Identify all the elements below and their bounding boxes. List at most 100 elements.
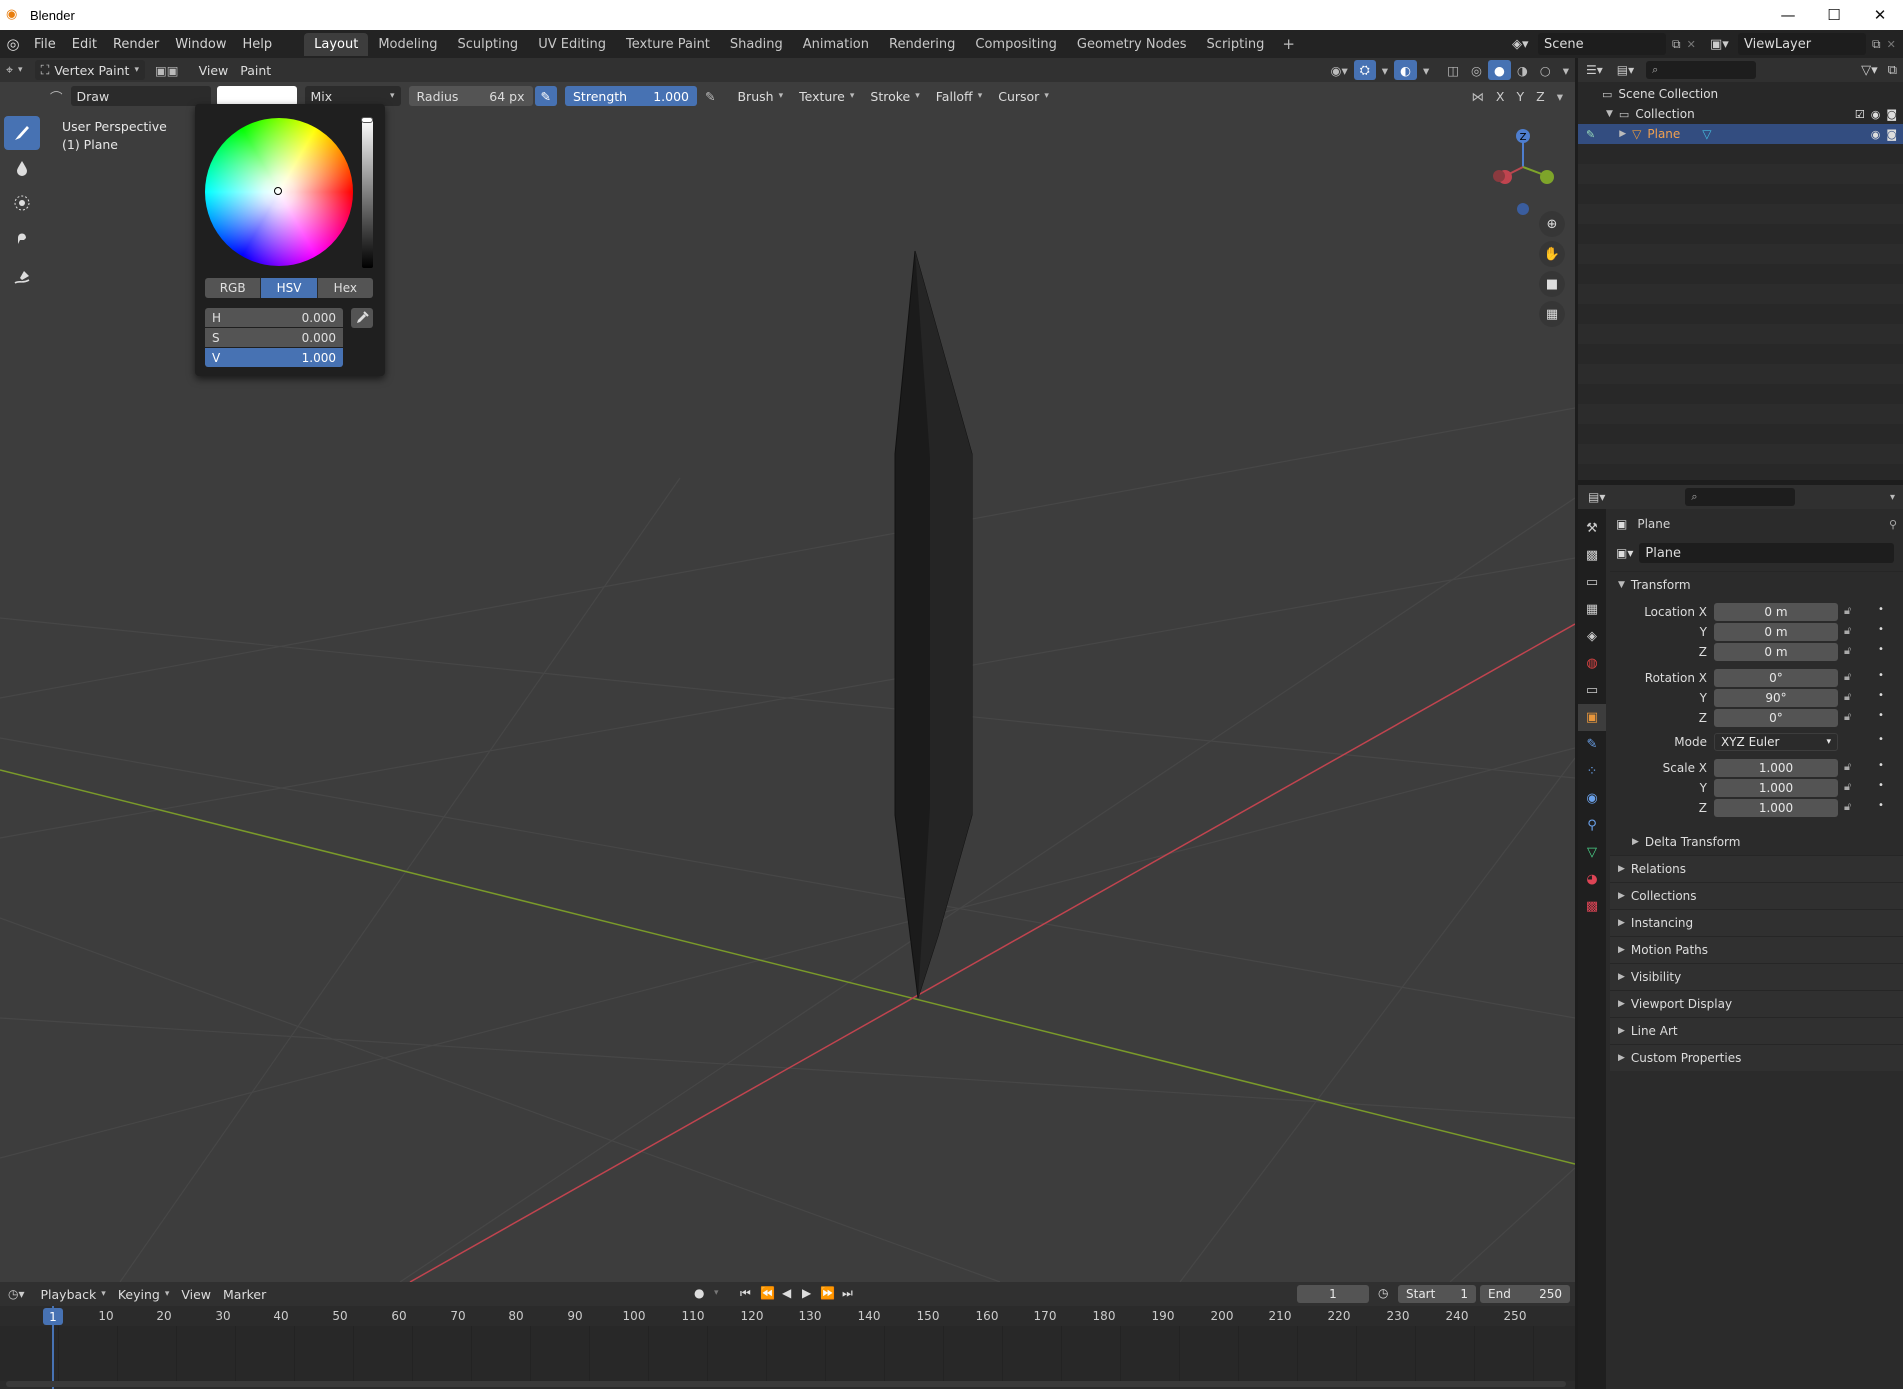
world-tab-icon[interactable]: ◍ — [1578, 650, 1606, 677]
symmetry-icon[interactable]: ⋈ — [1465, 86, 1490, 106]
gizmo-dropdown-icon[interactable]: ▾ — [1376, 60, 1394, 80]
editor-type-icon[interactable]: ⌖ ▾ — [0, 60, 29, 80]
collections-panel-header[interactable]: ▶ Collections — [1610, 882, 1903, 909]
color-wheel[interactable] — [205, 118, 353, 266]
location-x-field[interactable]: 0 m — [1714, 603, 1838, 621]
jump-keyframe-forward-icon[interactable]: ⏩ — [820, 1286, 835, 1300]
rotation-z-field[interactable]: 0° — [1714, 709, 1838, 727]
mirror-y-toggle[interactable]: Y — [1511, 86, 1531, 106]
brush-menu[interactable]: Brush ▾ — [731, 86, 789, 106]
new-scene-icon[interactable]: ⧉ — [1672, 37, 1681, 52]
mask-toggle-icon[interactable]: ▣▣ — [149, 60, 185, 80]
pin-icon[interactable]: ⚲ — [1889, 518, 1897, 531]
lock-rotation-z-icon[interactable]: 🔓︎ — [1844, 710, 1851, 724]
display-mode-icon[interactable]: ▤▾ — [1617, 63, 1634, 77]
delta-transform-subpanel[interactable]: ▶ Delta Transform — [1610, 828, 1903, 855]
rotation-mode-dropdown[interactable]: XYZ Euler ▾ — [1714, 733, 1838, 751]
value-field[interactable]: V 1.000 — [205, 348, 343, 367]
playback-menu[interactable]: Playback ▾ — [35, 1284, 112, 1304]
outliner-editor-icon[interactable]: ☰▾ — [1586, 63, 1603, 77]
menu-render[interactable]: Render — [105, 37, 167, 52]
stroke-menu[interactable]: Stroke ▾ — [864, 86, 925, 106]
mode-dropdown[interactable]: ⛶ Vertex Paint ▾ — [34, 60, 145, 80]
zoom-icon[interactable]: ⊕ — [1539, 211, 1565, 237]
keyframe-rotation-y-icon[interactable]: • — [1878, 690, 1884, 701]
minimize-button[interactable]: — — [1765, 0, 1811, 30]
particles-tab-icon[interactable]: ⁘ — [1578, 758, 1606, 785]
line-art-panel-header[interactable]: ▶ Line Art — [1610, 1017, 1903, 1044]
properties-editor-icon[interactable]: ▤▾ — [1588, 490, 1605, 504]
average-tool-icon[interactable] — [4, 186, 40, 220]
draw-tool-icon[interactable] — [4, 116, 40, 150]
shading-wireframe-icon[interactable]: ◎ — [1465, 60, 1488, 80]
texture-tab-icon[interactable]: ▩ — [1578, 893, 1606, 920]
scale-y-field[interactable]: 1.000 — [1714, 779, 1838, 797]
jump-end-icon[interactable]: ⏭ — [842, 1286, 853, 1301]
brush-name-field[interactable]: Draw — [70, 86, 211, 106]
output-tab-icon[interactable]: ▭ — [1578, 569, 1606, 596]
filter-icon[interactable]: ▽▾ — [1861, 63, 1878, 78]
auto-keying-dropdown-icon[interactable]: ▾ — [714, 1288, 719, 1298]
eyedropper-icon[interactable] — [351, 308, 373, 328]
plane-expand-icon[interactable]: ▶ — [1619, 129, 1626, 139]
close-button[interactable]: ✕ — [1857, 0, 1903, 30]
view-layer-tab-icon[interactable]: ▦ — [1578, 596, 1606, 623]
constraints-tab-icon[interactable]: ⚲ — [1578, 812, 1606, 839]
visibility-icon[interactable]: ◉▾ — [1325, 60, 1354, 80]
lock-location-y-icon[interactable]: 🔓︎ — [1844, 624, 1851, 638]
camera-view-icon[interactable]: ■ — [1539, 271, 1565, 297]
edit-mode-icon[interactable]: ✎ — [1586, 128, 1595, 141]
play-reverse-icon[interactable]: ◀ — [782, 1286, 791, 1300]
viewlayer-icon[interactable]: ▣▾ — [1710, 37, 1738, 52]
texture-menu[interactable]: Texture ▾ — [793, 86, 860, 106]
color-mode-hsv[interactable]: HSV — [261, 278, 318, 298]
current-frame-field[interactable]: 1 — [1297, 1285, 1369, 1303]
material-tab-icon[interactable]: ◕ — [1578, 866, 1606, 893]
lock-rotation-x-icon[interactable]: 🔓︎ — [1844, 670, 1851, 684]
keyframe-scale-z-icon[interactable]: • — [1878, 800, 1884, 811]
collection-eye-icon[interactable]: ◉ — [1871, 108, 1881, 121]
jump-keyframe-back-icon[interactable]: ⏪ — [760, 1286, 775, 1300]
relations-panel-header[interactable]: ▶ Relations — [1610, 855, 1903, 882]
timeline-editor-icon[interactable]: ◷▾ — [8, 1287, 25, 1301]
render-tab-icon[interactable]: ▩ — [1578, 542, 1606, 569]
remove-scene-icon[interactable]: ✕ — [1687, 38, 1696, 51]
workspace-tab-modeling[interactable]: Modeling — [368, 33, 447, 56]
keyframe-rotation-z-icon[interactable]: • — [1878, 710, 1884, 721]
visibility-panel-header[interactable]: ▶ Visibility — [1610, 963, 1903, 990]
modifier-tab-icon[interactable]: ✎ — [1578, 731, 1606, 758]
outliner-search-input[interactable]: ⌕ — [1646, 61, 1757, 79]
object-name-field[interactable]: Plane — [1639, 543, 1895, 563]
timeline-view-menu[interactable]: View — [175, 1284, 217, 1304]
mirror-z-toggle[interactable]: Z — [1530, 86, 1551, 106]
workspace-tab-geometry-nodes[interactable]: Geometry Nodes — [1067, 33, 1197, 56]
hue-field[interactable]: H 0.000 — [205, 308, 343, 327]
remove-viewlayer-icon[interactable]: ✕ — [1887, 38, 1896, 51]
scale-x-field[interactable]: 1.000 — [1714, 759, 1838, 777]
menu-help[interactable]: Help — [235, 37, 281, 52]
keying-menu[interactable]: Keying ▾ — [112, 1284, 176, 1304]
keyframe-rotation-mode-icon[interactable]: • — [1878, 734, 1884, 745]
brush-icon[interactable]: ⌒ — [44, 86, 69, 106]
value-slider-handle[interactable] — [361, 117, 373, 123]
saturation-field[interactable]: S 0.000 — [205, 328, 343, 347]
collection-expand-icon[interactable]: ▼ — [1606, 109, 1613, 119]
shading-material-icon[interactable]: ◑ — [1511, 60, 1534, 80]
radius-slider[interactable]: Radius 64 px — [408, 86, 533, 106]
rotation-x-field[interactable]: 0° — [1714, 669, 1838, 687]
outliner-row-scene-collection[interactable]: ▭ Scene Collection — [1578, 84, 1903, 104]
falloff-menu[interactable]: Falloff ▾ — [930, 86, 988, 106]
lock-scale-y-icon[interactable]: 🔓︎ — [1844, 780, 1851, 794]
end-frame-field[interactable]: End 250 — [1480, 1285, 1570, 1303]
lock-scale-x-icon[interactable]: 🔓︎ — [1844, 760, 1851, 774]
overlay-dropdown-icon[interactable]: ▾ — [1417, 60, 1435, 80]
custom-properties-panel-header[interactable]: ▶ Custom Properties — [1610, 1044, 1903, 1071]
rotation-y-field[interactable]: 90° — [1714, 689, 1838, 707]
plane-camera-icon[interactable]: ◙ — [1886, 128, 1897, 141]
keyframe-location-z-icon[interactable]: • — [1878, 644, 1884, 655]
cursor-menu[interactable]: Cursor ▾ — [992, 86, 1055, 106]
workspace-tab-animation[interactable]: Animation — [793, 33, 879, 56]
workspace-tab-layout[interactable]: Layout — [304, 32, 369, 56]
lock-rotation-y-icon[interactable]: 🔓︎ — [1844, 690, 1851, 704]
xray-toggle-icon[interactable]: ◫ — [1441, 60, 1465, 80]
